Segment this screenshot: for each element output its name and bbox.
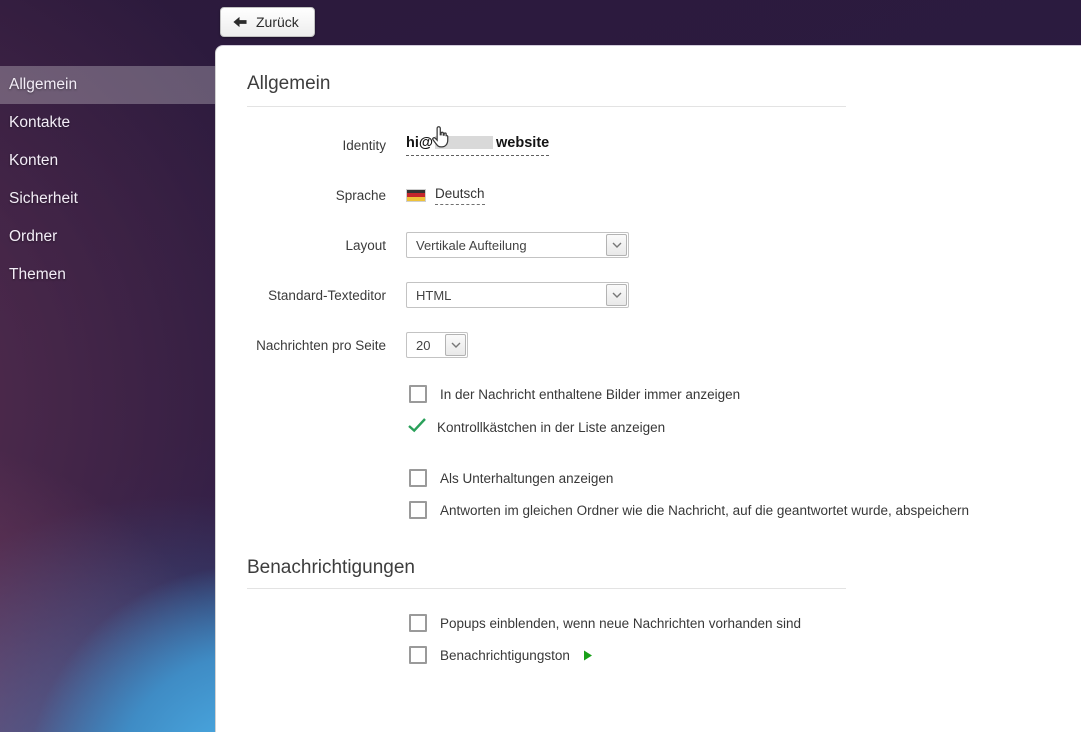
section-title-general: Allgemein	[247, 73, 331, 94]
checkbox-save-replies[interactable]	[409, 501, 427, 519]
checkbox-row-popups: Popups einblenden, wenn neue Nachrichten…	[409, 607, 1081, 639]
checkbox-row-show-images: In der Nachricht enthaltene Bilder immer…	[409, 378, 1081, 410]
identity-row: Identity hi@ website	[247, 120, 1081, 170]
section-title-notifications: Benachrichtigungen	[247, 557, 415, 578]
redacted-email-part	[435, 136, 494, 149]
german-flag-icon	[406, 188, 426, 202]
checkbox-label[interactable]: Kontrollkästchen in der Liste anzeigen	[437, 420, 665, 435]
settings-panel: Allgemein Identity hi@ website Sprache De…	[215, 45, 1081, 732]
identity-label: Identity	[342, 137, 386, 153]
sidebar-item-ordner[interactable]: Ordner	[0, 218, 215, 256]
language-label: Sprache	[335, 187, 386, 203]
sidebar-item-sicherheit[interactable]: Sicherheit	[0, 180, 215, 218]
chevron-down-icon[interactable]	[606, 284, 627, 306]
checkbox-label[interactable]: Antworten im gleichen Ordner wie die Nac…	[440, 503, 969, 518]
section-divider	[247, 106, 846, 107]
sidebar-item-allgemein[interactable]: Allgemein	[0, 66, 215, 104]
green-checkmark-icon[interactable]	[407, 417, 427, 438]
settings-sidebar: Allgemein Kontakte Konten Sicherheit Ord…	[0, 66, 215, 294]
layout-select[interactable]: Vertikale Aufteilung	[406, 232, 629, 258]
checkbox-notification-sound[interactable]	[409, 646, 427, 664]
section-divider	[247, 588, 846, 589]
sidebar-item-konten[interactable]: Konten	[0, 142, 215, 180]
back-button-label: Zurück	[256, 14, 299, 30]
checkbox-conversations[interactable]	[409, 469, 427, 487]
back-button[interactable]: Zurück	[220, 7, 315, 37]
editor-label: Standard-Texteditor	[268, 287, 386, 303]
checkbox-label[interactable]: Als Unterhaltungen anzeigen	[440, 471, 613, 486]
chevron-down-icon[interactable]	[606, 234, 627, 256]
language-text: Deutsch	[435, 186, 485, 205]
checkbox-row-list-checkboxes: Kontrollkästchen in der Liste anzeigen	[407, 411, 1081, 443]
identity-suffix: website	[496, 134, 550, 151]
layout-row: Layout Vertikale Aufteilung	[247, 220, 1081, 270]
checkbox-row-save-replies: Antworten im gleichen Ordner wie die Nac…	[409, 494, 1081, 526]
sidebar-item-kontakte[interactable]: Kontakte	[0, 104, 215, 142]
editor-select-value: HTML	[416, 287, 452, 303]
identity-prefix: hi@	[406, 134, 434, 151]
chevron-down-icon[interactable]	[445, 334, 466, 356]
checkbox-show-images[interactable]	[409, 385, 427, 403]
checkbox-label[interactable]: In der Nachricht enthaltene Bilder immer…	[440, 387, 740, 402]
play-sound-icon[interactable]	[583, 650, 593, 661]
per-page-row: Nachrichten pro Seite 20	[247, 320, 1081, 370]
checkbox-row-conversations: Als Unterhaltungen anzeigen	[409, 462, 1081, 494]
layout-label: Layout	[345, 237, 386, 253]
per-page-select-value: 20	[416, 337, 431, 353]
checkbox-popups[interactable]	[409, 614, 427, 632]
identity-value[interactable]: hi@ website	[406, 125, 550, 156]
checkbox-label[interactable]: Benachrichtigungston	[440, 648, 570, 663]
sidebar-item-themen[interactable]: Themen	[0, 256, 215, 294]
language-value[interactable]: Deutsch	[406, 186, 485, 205]
back-arrow-icon	[232, 16, 247, 28]
layout-select-value: Vertikale Aufteilung	[416, 237, 527, 253]
editor-select[interactable]: HTML	[406, 282, 629, 308]
per-page-select[interactable]: 20	[406, 332, 468, 358]
checkbox-row-notification-sound: Benachrichtigungston	[409, 639, 1081, 671]
editor-row: Standard-Texteditor HTML	[247, 270, 1081, 320]
per-page-label: Nachrichten pro Seite	[256, 337, 386, 353]
language-row: Sprache Deutsch	[247, 170, 1081, 220]
checkbox-label[interactable]: Popups einblenden, wenn neue Nachrichten…	[440, 616, 801, 631]
